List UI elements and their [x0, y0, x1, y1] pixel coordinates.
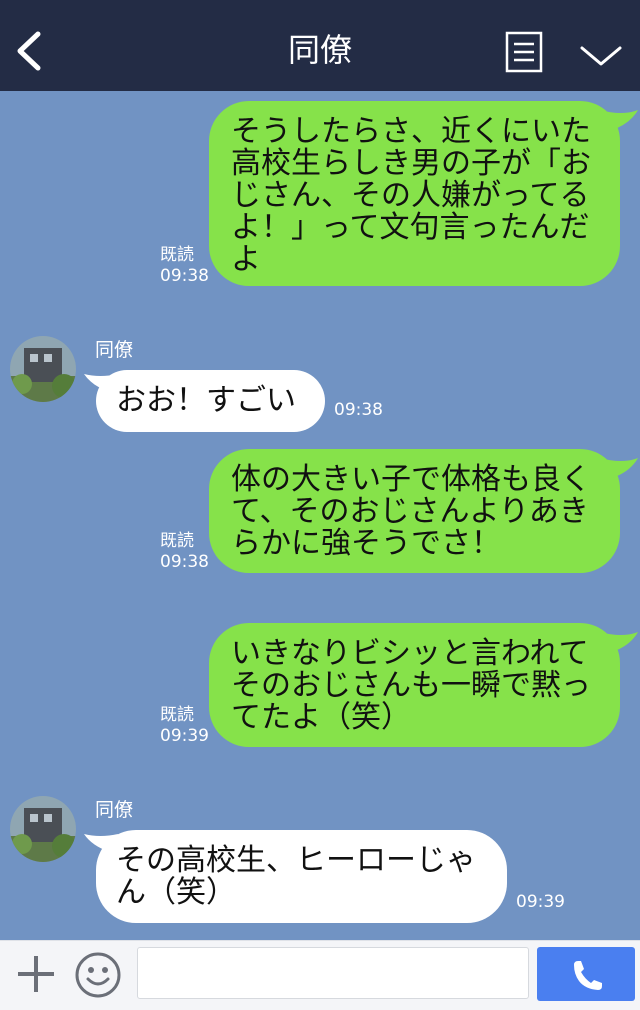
sent-bubble-tail — [600, 458, 638, 478]
message-input[interactable] — [137, 947, 529, 999]
chat-title: 同僚 — [287, 31, 352, 69]
read-receipt: 既読 — [160, 531, 194, 551]
sent-message-bubble[interactable]: いきなりビシッと言われて そのおじさんも一瞬で黙っ てたよ（笑） — [209, 623, 620, 747]
add-attachment-button[interactable] — [15, 953, 57, 995]
contact-avatar[interactable] — [10, 336, 76, 402]
message-time: 09:38 — [160, 266, 209, 286]
emoji-button[interactable] — [74, 951, 122, 999]
sent-message-bubble[interactable]: そうしたらさ、近くにいた 高校生らしき男の子が「お じさん、その人嫌がってる よ… — [209, 101, 620, 286]
read-receipt: 既読 — [160, 245, 194, 265]
received-bubble-tail — [84, 374, 118, 392]
chevron-down-icon — [580, 46, 622, 66]
message-input-bar — [0, 940, 640, 1010]
menu-button[interactable] — [505, 31, 543, 73]
received-bubble-tail — [84, 834, 118, 852]
message-time: 09:39 — [160, 726, 209, 746]
received-message-bubble[interactable]: おお！すごい — [96, 370, 325, 432]
sender-name: 同僚 — [95, 799, 134, 821]
menu-list-icon — [505, 31, 543, 73]
message-time: 09:38 — [334, 400, 383, 420]
contact-avatar[interactable] — [10, 796, 76, 862]
phone-icon — [574, 961, 602, 990]
chat-header: 同僚 — [0, 0, 640, 91]
plus-icon — [18, 956, 54, 992]
sent-bubble-tail — [600, 632, 638, 652]
message-time: 09:38 — [160, 552, 209, 572]
sender-name: 同僚 — [95, 339, 134, 361]
call-button[interactable] — [537, 947, 635, 1001]
message-meta: 既読 09:38 — [160, 531, 209, 573]
message-time: 09:39 — [516, 892, 565, 912]
collapse-button[interactable] — [578, 40, 624, 70]
message-meta: 既読 09:39 — [160, 705, 209, 747]
message-meta: 既読 09:38 — [160, 245, 209, 287]
sent-message-bubble[interactable]: 体の大きい子で体格も良く て、そのおじさんよりあき らかに強そうでさ！ — [209, 449, 620, 573]
received-message-bubble[interactable]: その高校生、ヒーローじゃ ん（笑） — [96, 830, 507, 923]
emoji-icon — [75, 952, 121, 998]
sent-bubble-tail — [600, 110, 638, 130]
read-receipt: 既読 — [160, 705, 194, 725]
